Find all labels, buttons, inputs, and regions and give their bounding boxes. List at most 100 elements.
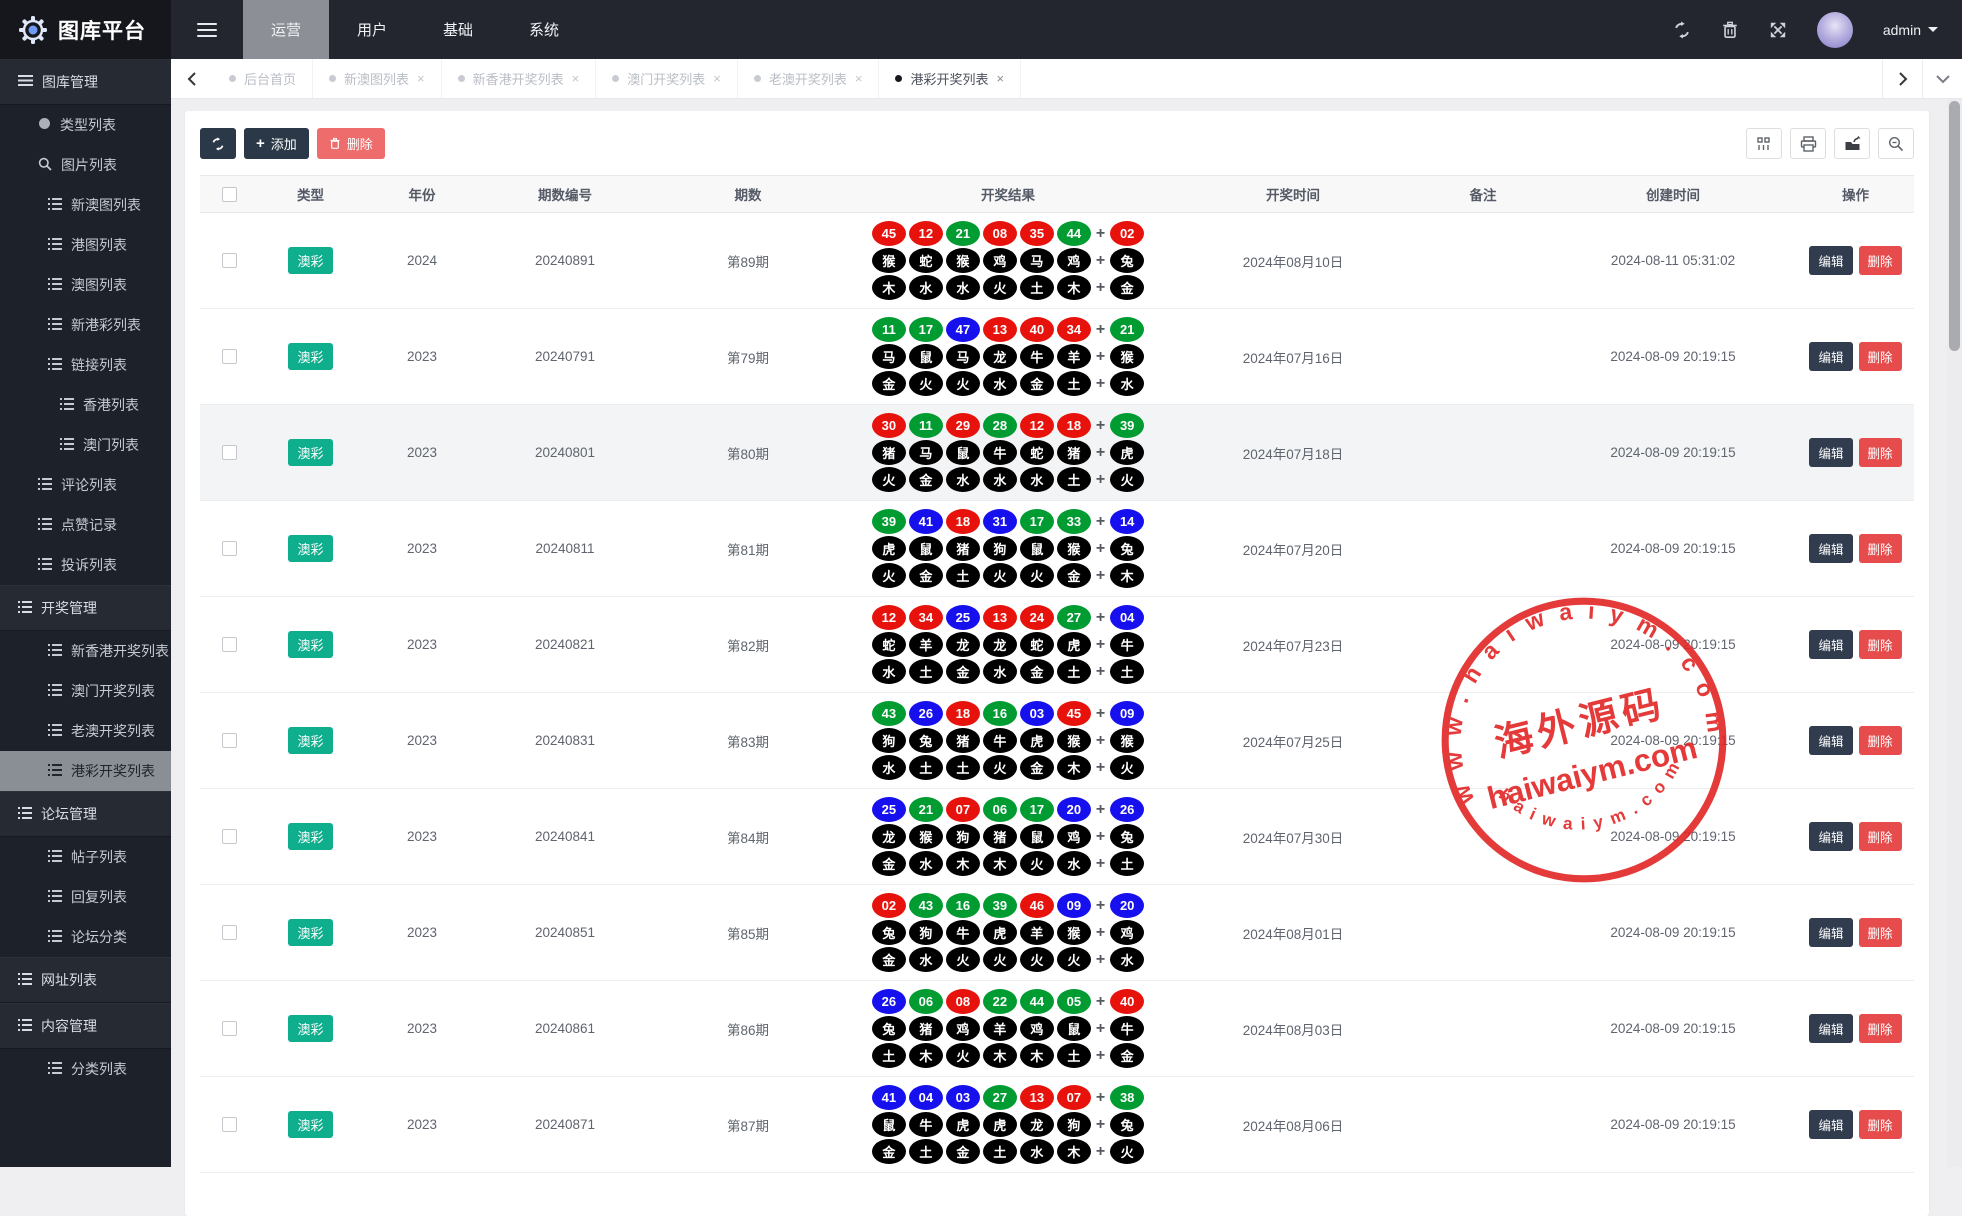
sidebar-item-类型列表[interactable]: 类型列表 — [0, 105, 171, 145]
nav-item-系统[interactable]: 系统 — [501, 0, 587, 59]
sidebar-item-投诉列表[interactable]: 投诉列表 — [0, 545, 171, 585]
sidebar-item-链接列表[interactable]: 链接列表 — [0, 345, 171, 385]
sidebar-item-帖子列表[interactable]: 帖子列表 — [0, 837, 171, 877]
edit-button[interactable]: 编辑 — [1809, 1014, 1852, 1043]
plus-separator: + — [1096, 897, 1105, 915]
expand-icon[interactable] — [1769, 21, 1787, 39]
delete-button[interactable]: 删除 — [1859, 630, 1902, 659]
row-checkbox[interactable] — [222, 253, 237, 268]
columns-toggle-button[interactable] — [1746, 128, 1782, 159]
search-toggle-button[interactable] — [1878, 128, 1914, 159]
edit-button[interactable]: 编辑 — [1809, 438, 1852, 467]
edit-button[interactable]: 编辑 — [1809, 726, 1852, 755]
sidebar-item-网址列表[interactable]: 网址列表 — [0, 957, 171, 1003]
tabs-scroll-right-button[interactable] — [1882, 59, 1922, 98]
select-all-checkbox[interactable] — [222, 187, 237, 202]
lottery-ball: 狗 — [946, 824, 980, 849]
lottery-ball: 兔 — [909, 728, 943, 753]
row-checkbox[interactable] — [222, 733, 237, 748]
nav-item-用户[interactable]: 用户 — [329, 0, 415, 59]
sidebar-item-图库管理[interactable]: 图库管理 — [0, 59, 171, 105]
sidebar-item-内容管理[interactable]: 内容管理 — [0, 1003, 171, 1049]
edit-button[interactable]: 编辑 — [1809, 918, 1852, 947]
sidebar-item-评论列表[interactable]: 评论列表 — [0, 465, 171, 505]
edit-button[interactable]: 编辑 — [1809, 246, 1852, 275]
tab-后台首页[interactable]: 后台首页 — [213, 59, 313, 98]
edit-button[interactable]: 编辑 — [1809, 342, 1852, 371]
tab-close-icon[interactable]: × — [855, 71, 863, 86]
row-checkbox[interactable] — [222, 445, 237, 460]
tab-close-icon[interactable]: × — [417, 71, 425, 86]
sidebar-item-论坛管理[interactable]: 论坛管理 — [0, 791, 171, 837]
row-checkbox[interactable] — [222, 925, 237, 940]
lottery-ball: 11 — [909, 413, 943, 438]
edit-button[interactable]: 编辑 — [1809, 534, 1852, 563]
sidebar-item-澳门开奖列表[interactable]: 澳门开奖列表 — [0, 671, 171, 711]
trash-icon[interactable] — [1721, 21, 1739, 39]
print-button[interactable] — [1790, 128, 1826, 159]
delete-button[interactable]: 删除 — [1859, 726, 1902, 755]
sidebar-item-新港彩列表[interactable]: 新港彩列表 — [0, 305, 171, 345]
sidebar-item-老澳开奖列表[interactable]: 老澳开奖列表 — [0, 711, 171, 751]
delete-button[interactable]: 删除 — [1859, 822, 1902, 851]
user-menu[interactable]: admin — [1883, 22, 1938, 38]
tab-close-icon[interactable]: × — [572, 71, 580, 86]
tab-老澳开奖列表[interactable]: 老澳开奖列表× — [738, 59, 880, 98]
delete-button[interactable]: 删除 — [317, 128, 385, 159]
row-checkbox[interactable] — [222, 829, 237, 844]
table-refresh-button[interactable] — [200, 128, 236, 159]
cell-year: 2023 — [363, 981, 481, 1077]
row-checkbox[interactable] — [222, 1021, 237, 1036]
refresh-icon[interactable] — [1673, 21, 1691, 39]
delete-button[interactable]: 删除 — [1859, 342, 1902, 371]
row-checkbox[interactable] — [222, 541, 237, 556]
sidebar-toggle-button[interactable] — [171, 0, 243, 59]
sidebar-item-港彩开奖列表[interactable]: 港彩开奖列表 — [0, 751, 171, 791]
export-button[interactable] — [1834, 128, 1870, 159]
lottery-ball: 土 — [1057, 1043, 1091, 1068]
edit-button[interactable]: 编辑 — [1809, 822, 1852, 851]
sidebar-item-分类列表[interactable]: 分类列表 — [0, 1049, 171, 1089]
tab-澳门开奖列表[interactable]: 澳门开奖列表× — [596, 59, 738, 98]
delete-button[interactable]: 删除 — [1859, 1110, 1902, 1139]
row-checkbox[interactable] — [222, 349, 237, 364]
row-checkbox[interactable] — [222, 1117, 237, 1132]
list-icon — [48, 237, 62, 253]
tab-新澳图列表[interactable]: 新澳图列表× — [313, 59, 442, 98]
lottery-ball: 16 — [983, 701, 1017, 726]
sidebar-item-澳门列表[interactable]: 澳门列表 — [0, 425, 171, 465]
sidebar-item-回复列表[interactable]: 回复列表 — [0, 877, 171, 917]
tab-新香港开奖列表[interactable]: 新香港开奖列表× — [442, 59, 597, 98]
sidebar-item-新香港开奖列表[interactable]: 新香港开奖列表 — [0, 631, 171, 671]
add-button[interactable]: + 添加 — [244, 128, 309, 159]
tab-港彩开奖列表[interactable]: 港彩开奖列表× — [879, 59, 1021, 98]
row-checkbox[interactable] — [222, 637, 237, 652]
nav-item-运营[interactable]: 运营 — [243, 0, 329, 59]
tabs-menu-button[interactable] — [1922, 59, 1962, 98]
delete-button[interactable]: 删除 — [1859, 246, 1902, 275]
sidebar: 图库管理类型列表图片列表新澳图列表港图列表澳图列表新港彩列表链接列表香港列表澳门… — [0, 59, 171, 1167]
sidebar-item-论坛分类[interactable]: 论坛分类 — [0, 917, 171, 957]
tabs-scroll-left-button[interactable] — [171, 59, 213, 98]
scrollbar-thumb[interactable] — [1949, 101, 1960, 351]
delete-button[interactable]: 删除 — [1859, 534, 1902, 563]
tab-close-icon[interactable]: × — [713, 71, 721, 86]
sidebar-item-点赞记录[interactable]: 点赞记录 — [0, 505, 171, 545]
sidebar-item-图片列表[interactable]: 图片列表 — [0, 145, 171, 185]
lottery-ball: 20 — [1110, 893, 1144, 918]
cell-draw-date: 2024年07月25日 — [1169, 693, 1417, 789]
sidebar-item-label: 新澳图列表 — [71, 195, 141, 215]
delete-button[interactable]: 删除 — [1859, 438, 1902, 467]
delete-button[interactable]: 删除 — [1859, 918, 1902, 947]
user-avatar[interactable] — [1817, 12, 1853, 48]
sidebar-item-澳图列表[interactable]: 澳图列表 — [0, 265, 171, 305]
sidebar-item-港图列表[interactable]: 港图列表 — [0, 225, 171, 265]
edit-button[interactable]: 编辑 — [1809, 630, 1852, 659]
delete-button[interactable]: 删除 — [1859, 1014, 1902, 1043]
tab-close-icon[interactable]: × — [996, 71, 1004, 86]
edit-button[interactable]: 编辑 — [1809, 1110, 1852, 1139]
sidebar-item-新澳图列表[interactable]: 新澳图列表 — [0, 185, 171, 225]
sidebar-item-香港列表[interactable]: 香港列表 — [0, 385, 171, 425]
sidebar-item-开奖管理[interactable]: 开奖管理 — [0, 585, 171, 631]
nav-item-基础[interactable]: 基础 — [415, 0, 501, 59]
